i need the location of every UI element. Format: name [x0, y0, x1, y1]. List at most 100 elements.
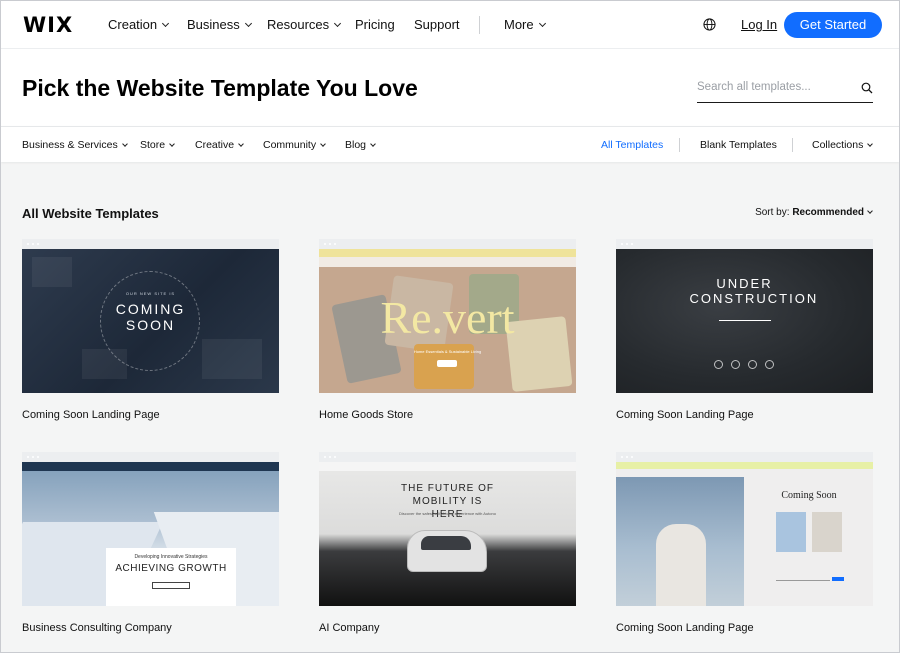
category-store[interactable]: Store: [140, 139, 175, 151]
chevron-down-icon: [238, 141, 244, 147]
thumb-subtitle: Discover the safest self-driving experie…: [399, 511, 496, 516]
template-name[interactable]: Business Consulting Company: [22, 622, 279, 634]
hero-header: Pick the Website Template You Love Searc…: [1, 48, 899, 126]
thumb-callout: Developing Innovative Strategies ACHIEVI…: [106, 548, 236, 606]
category-label: Blog: [345, 139, 367, 151]
tab-all-templates[interactable]: All Templates: [601, 139, 663, 151]
category-blog[interactable]: Blog: [345, 139, 376, 151]
search-box[interactable]: Search all templates...: [697, 77, 873, 103]
thumb-headline: ACHIEVING GROWTH: [115, 563, 227, 574]
nav-item-label: Business: [187, 17, 240, 32]
browser-chrome: [22, 239, 279, 249]
tab-collections[interactable]: Collections: [812, 139, 874, 151]
category-label: Creative: [195, 139, 235, 151]
chevron-down-icon: [867, 208, 873, 214]
sort-value: Recommended: [792, 207, 864, 218]
top-nav: WIX Creation Business Resources Pricing …: [1, 1, 899, 48]
tab-blank-templates[interactable]: Blank Templates: [700, 139, 777, 151]
nav-item-label: Support: [414, 17, 460, 32]
category-creative[interactable]: Creative: [195, 139, 244, 151]
template-thumbnail[interactable]: THE FUTURE OF MOBILITY IS HERE Discover …: [319, 462, 576, 606]
nav-divider: [479, 16, 480, 34]
browser-chrome: [616, 452, 873, 462]
product-image: [776, 512, 806, 552]
template-thumbnail[interactable]: Re.vert Home Essentials & Sustainable Li…: [319, 249, 576, 393]
thumb-headline: Re.vert: [380, 292, 515, 343]
sort-dropdown[interactable]: Sort by: Recommended: [755, 207, 873, 218]
thumb-headline: Coming Soon: [781, 490, 837, 501]
thumb-subtitle: Home Essentials & Sustainable Living: [413, 349, 482, 354]
nav-item-label: Pricing: [355, 17, 395, 32]
chevron-down-icon: [370, 141, 376, 147]
template-card[interactable]: UNDER CONSTRUCTION Coming Soon Landing P…: [616, 239, 873, 421]
chevron-down-icon: [320, 141, 326, 147]
thumb-kicker: OUR NEW SITE IS: [125, 291, 176, 296]
sort-prefix: Sort by:: [755, 207, 790, 218]
category-label: Business & Services: [22, 139, 118, 151]
nav-item-business[interactable]: Business: [187, 17, 252, 32]
category-business-services[interactable]: Business & Services: [22, 139, 128, 151]
globe-icon[interactable]: [703, 18, 716, 31]
category-bar: Business & Services Store Creative Commu…: [1, 126, 899, 162]
page-title: Pick the Website Template You Love: [22, 75, 418, 101]
social-icon: [748, 360, 757, 369]
category-label: Store: [140, 139, 166, 151]
tab-label: Blank Templates: [700, 139, 777, 151]
nav-item-support[interactable]: Support: [414, 17, 460, 32]
template-name[interactable]: Coming Soon Landing Page: [616, 622, 873, 634]
template-card[interactable]: THE FUTURE OF MOBILITY IS HERE Discover …: [319, 452, 576, 634]
thumb-headline: COMING SOON: [115, 301, 186, 333]
social-icon: [765, 360, 774, 369]
browser-chrome: [22, 452, 279, 462]
template-card[interactable]: Re.vert Home Essentials & Sustainable Li…: [319, 239, 576, 421]
category-label: Community: [263, 139, 317, 151]
thumb-headline: UNDER CONSTRUCTION: [689, 276, 819, 306]
search-icon[interactable]: [861, 82, 873, 94]
chevron-down-icon: [169, 141, 175, 147]
template-card[interactable]: Coming Soon Coming Soon Landing Page: [616, 452, 873, 634]
thumb-button: [152, 582, 190, 589]
nav-item-creation[interactable]: Creation: [108, 17, 170, 32]
nav-item-label: Resources: [267, 17, 330, 32]
template-card[interactable]: Developing Innovative Strategies ACHIEVI…: [22, 452, 279, 634]
thumb-button: [832, 577, 844, 581]
category-community[interactable]: Community: [263, 139, 326, 151]
chevron-down-icon: [162, 19, 170, 28]
browser-chrome: [319, 452, 576, 462]
browser-chrome: [616, 239, 873, 249]
tab-label: All Templates: [601, 139, 664, 151]
chevron-down-icon: [867, 141, 874, 147]
nav-item-more[interactable]: More: [504, 17, 546, 32]
chevron-down-icon: [334, 19, 342, 28]
section-title: All Website Templates: [22, 206, 159, 221]
category-divider: [679, 138, 680, 152]
browser-chrome: [319, 239, 576, 249]
chevron-down-icon: [244, 19, 252, 28]
template-card[interactable]: OUR NEW SITE IS COMING SOON Coming Soon …: [22, 239, 279, 421]
category-divider: [792, 138, 793, 152]
template-thumbnail[interactable]: Coming Soon: [616, 462, 873, 606]
chevron-down-icon: [538, 19, 546, 28]
template-name[interactable]: Home Goods Store: [319, 409, 576, 421]
template-name[interactable]: Coming Soon Landing Page: [22, 409, 279, 421]
chevron-down-icon: [121, 141, 128, 147]
product-image: [812, 512, 842, 552]
search-input[interactable]: Search all templates...: [697, 81, 811, 93]
browser-frame: WIX Creation Business Resources Pricing …: [0, 0, 900, 653]
login-link[interactable]: Log In: [741, 17, 777, 32]
nav-item-resources[interactable]: Resources: [267, 17, 342, 32]
template-thumbnail[interactable]: UNDER CONSTRUCTION: [616, 249, 873, 393]
social-icon: [731, 360, 740, 369]
template-thumbnail[interactable]: OUR NEW SITE IS COMING SOON: [22, 249, 279, 393]
template-thumbnail[interactable]: Developing Innovative Strategies ACHIEVI…: [22, 462, 279, 606]
tab-label: Collections: [812, 139, 864, 151]
template-name[interactable]: AI Company: [319, 622, 576, 634]
get-started-button[interactable]: Get Started: [784, 12, 882, 38]
wix-logo[interactable]: WIX: [23, 13, 73, 37]
thumb-button: [437, 360, 457, 367]
nav-item-label: More: [504, 17, 534, 32]
template-name[interactable]: Coming Soon Landing Page: [616, 409, 873, 421]
nav-item-pricing[interactable]: Pricing: [355, 17, 395, 32]
nav-item-label: Creation: [108, 17, 158, 32]
thumb-kicker: Developing Innovative Strategies: [134, 554, 208, 560]
